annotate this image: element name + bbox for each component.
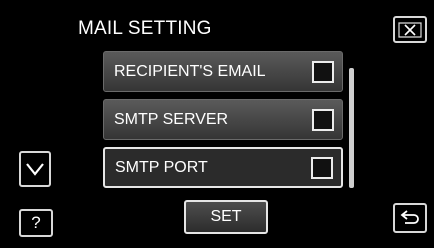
menu-item-label: SMTP SERVER xyxy=(114,110,229,128)
menu-item-smtp-server[interactable]: SMTP SERVER xyxy=(103,99,343,140)
return-icon xyxy=(400,210,419,224)
scroll-down-button[interactable] xyxy=(19,151,51,187)
help-button[interactable]: ? xyxy=(19,209,53,237)
chevron-down-icon xyxy=(26,163,44,176)
menu-item-label: SMTP PORT xyxy=(115,158,208,176)
menu-item-smtp-port[interactable]: SMTP PORT xyxy=(103,147,343,188)
close-button[interactable] xyxy=(393,16,427,43)
back-button[interactable] xyxy=(393,203,427,233)
menu-item-recipients-email[interactable]: RECIPIENT'S EMAIL xyxy=(103,51,343,92)
checkbox[interactable] xyxy=(312,60,334,83)
scrollbar[interactable] xyxy=(349,68,354,188)
checkbox[interactable] xyxy=(312,108,334,131)
close-icon xyxy=(398,21,422,38)
set-button[interactable]: SET xyxy=(184,200,268,234)
checkbox[interactable] xyxy=(311,156,333,179)
menu-item-label: RECIPIENT'S EMAIL xyxy=(114,62,266,80)
page-title: MAIL SETTING xyxy=(78,18,212,39)
